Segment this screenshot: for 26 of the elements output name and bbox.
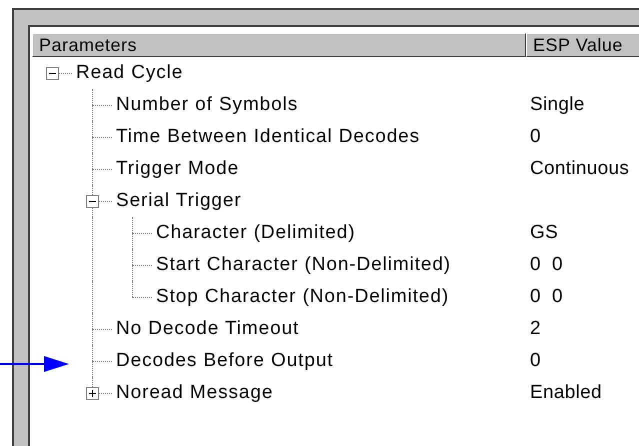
column-header[interactable]: ESP Value: [526, 33, 639, 57]
value-text: 0: [529, 126, 541, 147]
pointer-arrow: [0, 355, 70, 373]
value-text: 0 0: [529, 254, 563, 275]
tree-item-label[interactable]: Read Cycle: [72, 57, 184, 89]
value-text: 2: [529, 318, 541, 339]
value-text: 0 0: [529, 286, 563, 307]
tree-item-label[interactable]: Serial Trigger: [112, 185, 242, 217]
value-text: Single: [529, 94, 585, 115]
tree-item-label[interactable]: Time Between Identical Decodes: [112, 121, 420, 153]
value-text: 0: [529, 350, 541, 371]
tree-item-label[interactable]: Stop Character (Non-Delimited): [152, 281, 450, 313]
collapse-toggle[interactable]: [86, 195, 99, 208]
tree-item-label[interactable]: Start Character (Non-Delimited): [152, 249, 452, 281]
tree-item-label[interactable]: Decodes Before Output: [112, 345, 334, 377]
collapse-toggle[interactable]: [46, 67, 59, 80]
value-text: Continuous: [529, 158, 630, 179]
expand-toggle[interactable]: [86, 387, 99, 400]
tree-item-label[interactable]: Noread Message: [112, 377, 274, 409]
tree-item-label[interactable]: Number of Symbols: [112, 89, 298, 121]
value-text: Enabled: [529, 382, 602, 403]
column-header[interactable]: Parameters: [32, 33, 526, 57]
tree-item-label[interactable]: No Decode Timeout: [112, 313, 300, 345]
tree-item-label[interactable]: Trigger Mode: [112, 153, 240, 185]
tree-item-label[interactable]: Character (Delimited): [152, 217, 356, 249]
value-text: GS: [529, 222, 558, 243]
